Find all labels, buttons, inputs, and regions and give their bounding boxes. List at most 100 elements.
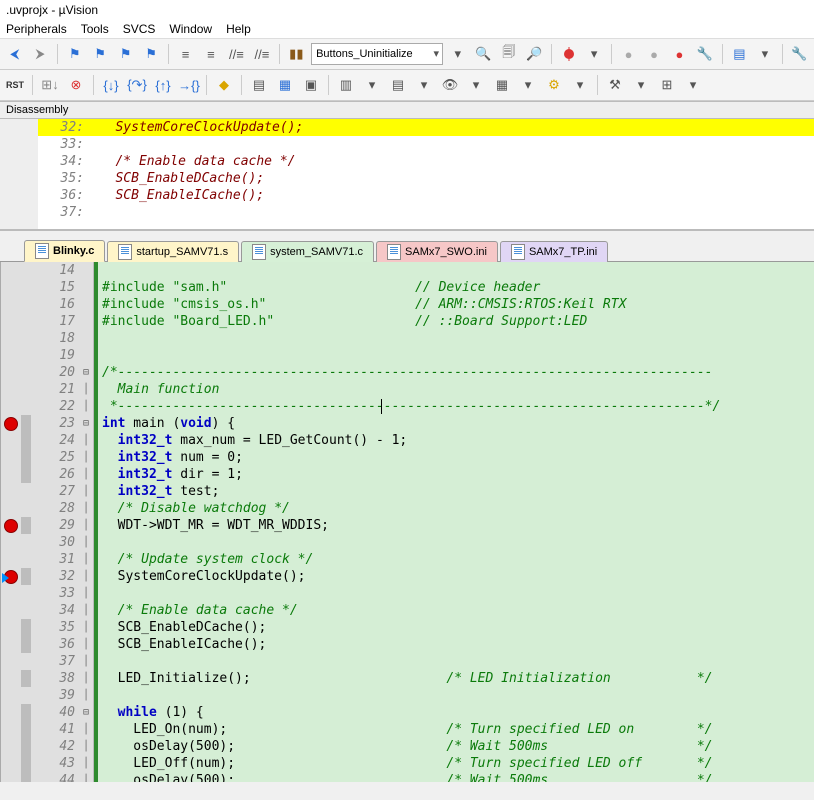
code-line[interactable]: 14 bbox=[1, 262, 814, 279]
fold-margin[interactable] bbox=[79, 262, 94, 279]
code-line[interactable]: 23⊟int main (void) { bbox=[1, 415, 814, 432]
breakpoint-margin[interactable] bbox=[1, 534, 21, 551]
code-editor[interactable]: 14 15#include "sam.h" // Device header16… bbox=[0, 262, 814, 782]
analyzer-icon[interactable]: ⚒ bbox=[604, 74, 626, 96]
code-line[interactable]: 32│ SystemCoreClockUpdate(); bbox=[1, 568, 814, 585]
code-line[interactable]: 37│ bbox=[1, 653, 814, 670]
command-window-icon[interactable]: ▤ bbox=[248, 74, 270, 96]
code-line[interactable]: 34│ /* Enable data cache */ bbox=[1, 602, 814, 619]
dropdown4-icon[interactable]: ▾ bbox=[361, 74, 383, 96]
indent-left-icon[interactable]: ≡ bbox=[175, 43, 196, 65]
tab-samx7_swo-ini[interactable]: SAMx7_SWO.ini bbox=[376, 241, 498, 262]
breakpoint-margin[interactable] bbox=[1, 619, 21, 636]
code-line[interactable]: 40⊟ while (1) { bbox=[1, 704, 814, 721]
books-icon[interactable]: ▮▮ bbox=[286, 43, 307, 65]
fold-margin[interactable]: │ bbox=[79, 585, 94, 602]
code-line[interactable]: 29│ WDT->WDT_MR = WDT_MR_WDDIS; bbox=[1, 517, 814, 534]
breakpoint-margin[interactable] bbox=[1, 755, 21, 772]
tab-samx7_tp-ini[interactable]: SAMx7_TP.ini bbox=[500, 241, 608, 262]
code-line[interactable]: 16#include "cmsis_os.h" // ARM::CMSIS:RT… bbox=[1, 296, 814, 313]
breakpoint-margin[interactable] bbox=[1, 772, 21, 782]
bookmark-clear-icon[interactable]: ⚑ bbox=[140, 43, 161, 65]
bookmark-toggle-icon[interactable]: ⚑ bbox=[64, 43, 85, 65]
toolbox-icon[interactable]: ⊞ bbox=[656, 74, 678, 96]
bookmark-next-icon[interactable]: ⚑ bbox=[115, 43, 136, 65]
dropdown7-icon[interactable]: ▾ bbox=[517, 74, 539, 96]
find-icon[interactable]: 🔍 bbox=[473, 43, 494, 65]
breakpoint-margin[interactable] bbox=[1, 704, 21, 721]
fold-margin[interactable]: │ bbox=[79, 517, 94, 534]
breakpoint-margin[interactable] bbox=[1, 432, 21, 449]
stop-icon[interactable]: ⊗ bbox=[65, 74, 87, 96]
code-line[interactable]: 36│ SCB_EnableICache(); bbox=[1, 636, 814, 653]
fold-margin[interactable]: │ bbox=[79, 449, 94, 466]
tab-blinky-c[interactable]: Blinky.c bbox=[24, 240, 105, 262]
find-file-icon[interactable]: 🗐 bbox=[498, 43, 519, 65]
code-line[interactable]: 27│ int32_t test; bbox=[1, 483, 814, 500]
code-line[interactable]: 42│ osDelay(500); /* Wait 500ms */ bbox=[1, 738, 814, 755]
comment-icon[interactable]: //≡ bbox=[226, 43, 247, 65]
dropdown3-icon[interactable]: ▾ bbox=[754, 43, 775, 65]
run-icon[interactable]: ⊞↓ bbox=[39, 74, 61, 96]
disasm-line[interactable]: 36: SCB_EnableICache(); bbox=[0, 187, 814, 204]
code-line[interactable]: 44│ osDelay(500); /* Wait 500ms */ bbox=[1, 772, 814, 782]
disasm-line[interactable]: 34: /* Enable data cache */ bbox=[0, 153, 814, 170]
fold-margin[interactable]: │ bbox=[79, 687, 94, 704]
fold-margin[interactable]: │ bbox=[79, 466, 94, 483]
breakpoint-icon[interactable] bbox=[4, 417, 18, 431]
breakpoint-margin[interactable] bbox=[1, 381, 21, 398]
back-icon[interactable]: ⮜ bbox=[4, 43, 25, 65]
menu-tools[interactable]: Tools bbox=[81, 22, 109, 36]
code-line[interactable]: 39│ bbox=[1, 687, 814, 704]
forward-icon[interactable]: ⮞ bbox=[29, 43, 50, 65]
code-line[interactable]: 31│ /* Update system clock */ bbox=[1, 551, 814, 568]
fold-margin[interactable] bbox=[79, 296, 94, 313]
fold-margin[interactable] bbox=[79, 279, 94, 296]
fold-margin[interactable]: │ bbox=[79, 772, 94, 782]
code-line[interactable]: 41│ LED_On(num); /* Turn specified LED o… bbox=[1, 721, 814, 738]
breakpoint-margin[interactable] bbox=[1, 585, 21, 602]
fold-margin[interactable]: │ bbox=[79, 500, 94, 517]
rec-red-icon[interactable]: ● bbox=[669, 43, 690, 65]
fold-margin[interactable]: │ bbox=[79, 568, 94, 585]
breakpoint-margin[interactable] bbox=[1, 313, 21, 330]
incr-search-icon[interactable]: 🔎 bbox=[523, 43, 544, 65]
code-line[interactable]: 18 bbox=[1, 330, 814, 347]
wrench-icon[interactable]: 🔧 bbox=[789, 43, 810, 65]
menu-peripherals[interactable]: Peripherals bbox=[6, 22, 67, 36]
window-icon[interactable]: ▤ bbox=[729, 43, 750, 65]
code-line[interactable]: 21│ Main function bbox=[1, 381, 814, 398]
breakpoint-margin[interactable] bbox=[1, 279, 21, 296]
disasm-line[interactable]: 32: SystemCoreClockUpdate(); bbox=[0, 119, 814, 136]
fold-margin[interactable]: │ bbox=[79, 721, 94, 738]
breakpoint-margin[interactable] bbox=[1, 670, 21, 687]
dropdown9-icon[interactable]: ▾ bbox=[630, 74, 652, 96]
disasm-window-icon[interactable]: ▦ bbox=[274, 74, 296, 96]
show-next-icon[interactable]: ◆ bbox=[213, 74, 235, 96]
bookmark-prev-icon[interactable]: ⚑ bbox=[89, 43, 110, 65]
breakpoint-margin[interactable] bbox=[1, 466, 21, 483]
breakpoint-margin[interactable] bbox=[1, 415, 21, 432]
step-out-icon[interactable]: {↑} bbox=[152, 74, 174, 96]
indent-right-icon[interactable]: ≡ bbox=[200, 43, 221, 65]
tab-system_samv71-c[interactable]: system_SAMV71.c bbox=[241, 241, 374, 262]
fold-margin[interactable]: │ bbox=[79, 432, 94, 449]
fold-margin[interactable]: │ bbox=[79, 534, 94, 551]
code-line[interactable]: 35│ SCB_EnableDCache(); bbox=[1, 619, 814, 636]
rec-gray-icon[interactable]: ● bbox=[618, 43, 639, 65]
breakpoint-margin[interactable] bbox=[1, 330, 21, 347]
breakpoint-margin[interactable] bbox=[1, 738, 21, 755]
disasm-line[interactable]: 33: bbox=[0, 136, 814, 153]
code-line[interactable]: 26│ int32_t dir = 1; bbox=[1, 466, 814, 483]
disassembly-panel[interactable]: 32: SystemCoreClockUpdate();33: 34: /* E… bbox=[0, 119, 814, 231]
menu-help[interactable]: Help bbox=[226, 22, 251, 36]
breakpoint-margin[interactable] bbox=[1, 347, 21, 364]
run-to-cursor-icon[interactable]: →{} bbox=[178, 74, 200, 96]
fold-margin[interactable] bbox=[79, 347, 94, 364]
code-line[interactable]: 24│ int32_t max_num = LED_GetCount() - 1… bbox=[1, 432, 814, 449]
breakpoint-margin[interactable] bbox=[1, 636, 21, 653]
code-line[interactable]: 28│ /* Disable watchdog */ bbox=[1, 500, 814, 517]
menu-svcs[interactable]: SVCS bbox=[123, 22, 156, 36]
breakpoint-margin[interactable] bbox=[1, 653, 21, 670]
step-in-icon[interactable]: {↓} bbox=[100, 74, 122, 96]
